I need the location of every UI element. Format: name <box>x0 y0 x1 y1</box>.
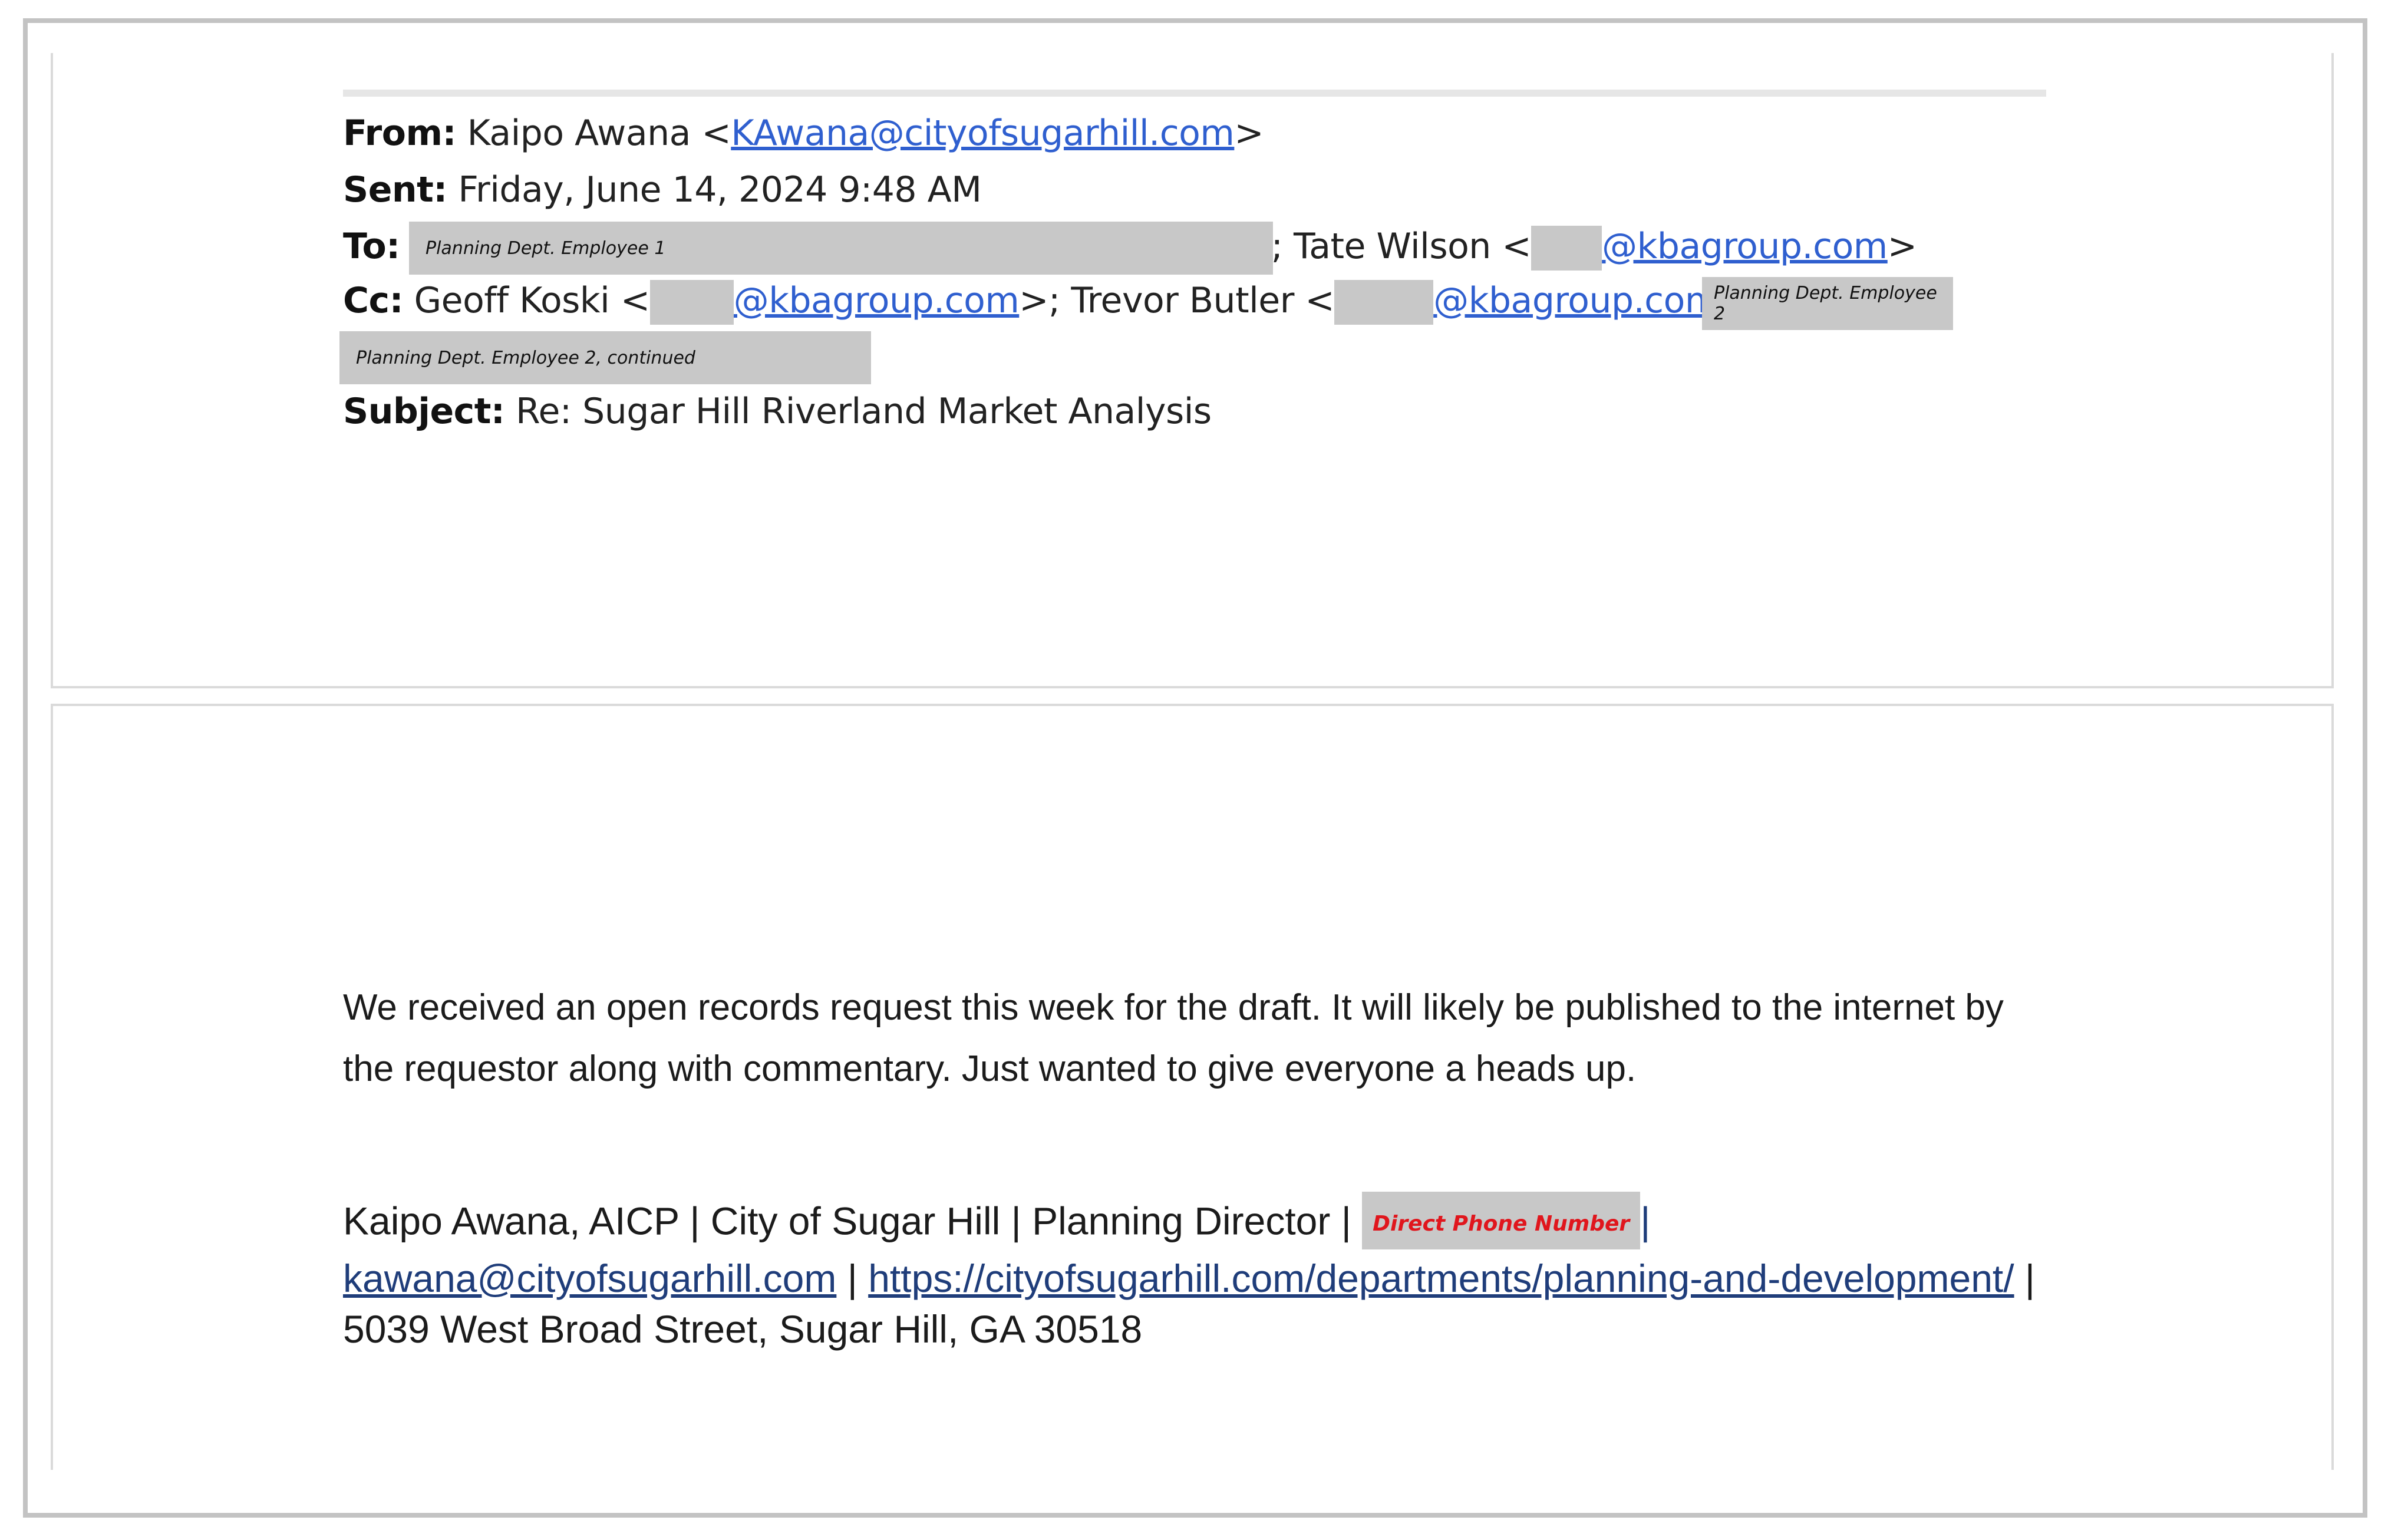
cc-name-1: Geoff Koski < <box>414 280 651 321</box>
from-label: From: <box>343 113 456 154</box>
phone-pipe: | <box>1640 1199 1651 1243</box>
signature-url-link[interactable]: https://cityofsugarhill.com/departments/… <box>868 1257 2014 1300</box>
subject-line: Subject: Re: Sugar Hill Riverland Market… <box>343 388 1212 435</box>
cc-email1-link[interactable]: @kbagroup.com <box>734 280 1020 321</box>
cc-redaction-box-continued: Planning Dept. Employee 2, continued <box>339 331 871 384</box>
signature-email-link[interactable]: kawana@cityofsugarhill.com <box>343 1257 836 1300</box>
signature-line-1: Kaipo Awana, AICP | City of Sugar Hill |… <box>343 1199 1351 1243</box>
cc-email2-redaction <box>1334 280 1434 325</box>
from-name: Kaipo Awana < <box>467 113 731 154</box>
sent-value: Friday, June 14, 2024 9:48 AM <box>458 169 982 210</box>
to-close: > <box>1887 226 1917 267</box>
message-body: We received an open records request this… <box>343 987 2004 1089</box>
sent-label: Sent: <box>343 169 447 210</box>
to-separator: ; Tate Wilson < <box>1271 226 1532 267</box>
phone-redaction-note: Direct Phone Number <box>1373 1212 1630 1236</box>
to-redaction-note: Planning Dept. Employee 1 <box>426 238 666 259</box>
subject-value: Re: Sugar Hill Riverland Market Analysis <box>515 391 1212 432</box>
signature-separator: | <box>847 1257 857 1300</box>
from-close: > <box>1234 113 1264 154</box>
to-label: To: <box>343 226 400 267</box>
to-email-link[interactable]: @kbagroup.com <box>1602 226 1888 267</box>
cc-redaction-note-continued: Planning Dept. Employee 2, continued <box>356 347 695 368</box>
cc-line: Cc: Geoff Koski < @kbagroup.com>; Trevor … <box>343 277 1760 325</box>
cc-label: Cc: <box>343 280 404 321</box>
cc-redaction-note: Planning Dept. Employee 2 <box>1714 283 1937 324</box>
subject-label: Subject: <box>343 391 505 432</box>
cc-email1-redaction <box>649 280 734 325</box>
sent-line: Sent: Friday, June 14, 2024 9:48 AM <box>343 166 982 213</box>
to-redaction-box: Planning Dept. Employee 1 <box>409 222 1273 275</box>
to-email-redaction <box>1531 226 1602 271</box>
from-email-link[interactable]: KAwana@cityofsugarhill.com <box>731 113 1235 154</box>
phone-redaction-box: Direct Phone Number <box>1362 1192 1641 1249</box>
signature-block: Kaipo Awana, AICP | City of Sugar Hill |… <box>343 1192 2052 1354</box>
cc-email2-link[interactable]: @kbagroup.com <box>1433 280 1719 321</box>
cc-redaction-box: Planning Dept. Employee 2 <box>1702 277 1953 330</box>
cc-separator: >; Trevor Butler < <box>1019 280 1335 321</box>
header-divider <box>343 90 2046 97</box>
from-line: From: Kaipo Awana <KAwana@cityofsugarhil… <box>343 110 1264 157</box>
